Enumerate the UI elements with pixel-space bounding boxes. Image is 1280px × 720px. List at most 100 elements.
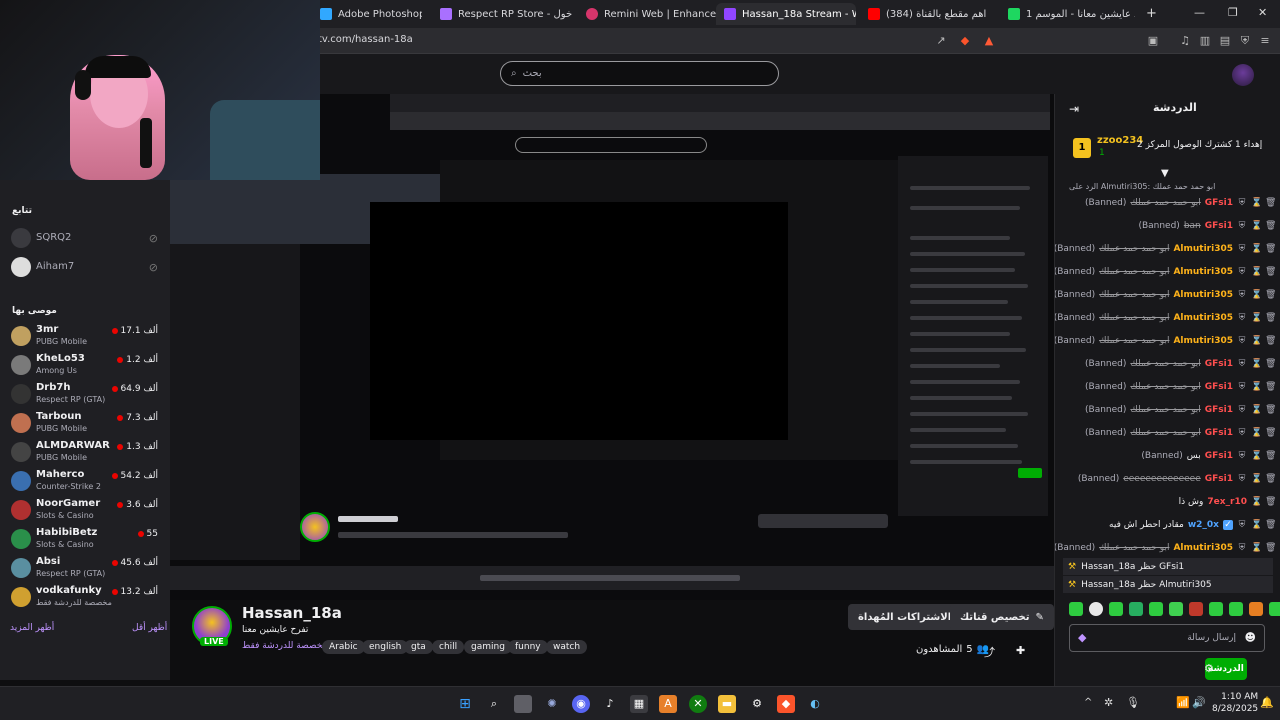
tag[interactable]: gaming xyxy=(464,640,512,654)
chat-message[interactable]: (Banned) ابو حمد حمد عملك GFsi1 ⛨ ⌛ 🗑 xyxy=(1055,192,1280,214)
browser-tab-photoshop[interactable]: Adobe Photoshop CC - تنزيل xyxy=(312,3,422,25)
timeout-icon[interactable]: ⌛ xyxy=(1251,497,1262,507)
timeout-icon[interactable]: ⌛ xyxy=(1251,198,1262,208)
delete-icon[interactable]: 🗑 xyxy=(1265,336,1276,346)
message-user[interactable]: GFsi1 xyxy=(1205,474,1233,484)
timeout-icon[interactable]: ⌛ xyxy=(1251,543,1262,553)
timeout-icon[interactable]: ⌛ xyxy=(1251,474,1262,484)
user-avatar[interactable] xyxy=(1232,64,1254,86)
emote-icon[interactable] xyxy=(1149,602,1163,616)
customize-channel-button[interactable]: تخصيص قناتك ✎ xyxy=(950,604,1054,630)
chat-message[interactable]: (Banned) ابو حمد حمد عملك Almutiri305 ⛨ … xyxy=(1055,330,1280,352)
browser-tab-shahid[interactable]: شاهد عايشين معانا - الموسم 1 / xyxy=(1000,3,1135,25)
emote-picker-icon[interactable]: ☻ xyxy=(1245,631,1256,644)
timeout-icon[interactable]: ⌛ xyxy=(1251,267,1262,277)
show-more-link[interactable]: أظهر المزيد xyxy=(10,623,54,633)
close-window-icon[interactable]: ✕ xyxy=(1258,6,1267,19)
chat-message[interactable]: (Banned) ابو حمد حمد عملك GFsi1 ⛨ ⌛ 🗑 xyxy=(1055,422,1280,444)
delete-icon[interactable]: 🗑 xyxy=(1265,244,1276,254)
timeout-icon[interactable]: ⌛ xyxy=(1251,428,1262,438)
delete-icon[interactable]: 🗑 xyxy=(1265,451,1276,461)
tag[interactable]: funny xyxy=(508,640,548,654)
timeout-icon[interactable]: ⌛ xyxy=(1251,451,1262,461)
maximize-icon[interactable]: ❐ xyxy=(1228,6,1238,19)
message-user[interactable]: GFsi1 xyxy=(1205,198,1233,208)
chat-message[interactable]: (Banned) ابو حمد حمد عملك GFsi1 ⛨ ⌛ 🗑 xyxy=(1055,399,1280,421)
followed-channel-aiham7[interactable]: Aiham7 ⊘ xyxy=(0,253,170,282)
brave-rewards-icon[interactable]: ▲ xyxy=(982,34,996,48)
media-icon[interactable]: ♫ xyxy=(1178,34,1192,48)
expand-icon[interactable]: ▼ xyxy=(1161,168,1169,179)
chat-settings-icon[interactable]: ⚙ xyxy=(1204,662,1214,675)
browser-tab-respect-store[interactable]: Respect RP Store - اولوية الدخول xyxy=(432,3,572,25)
chat-message[interactable]: مقادر احطر اش فيه w2_0x ✓ ⛨ ⌛ 🗑 xyxy=(1055,514,1280,536)
chat-message[interactable]: (Banned) eeeeeeeeeeeeee GFsi1 ⛨ ⌛ 🗑 xyxy=(1055,468,1280,490)
timeout-icon[interactable]: ⌛ xyxy=(1251,313,1262,323)
windows-start-icon[interactable]: ⊞ xyxy=(456,695,474,713)
chat-message[interactable]: (Banned) ابو حمد حمد عملك Almutiri305 ⛨ … xyxy=(1055,261,1280,283)
tag[interactable]: english xyxy=(362,640,409,654)
delete-icon[interactable]: 🗑 xyxy=(1265,290,1276,300)
message-user[interactable]: GFsi1 xyxy=(1205,405,1233,415)
browser-tab-remini[interactable]: Remini Web | Enhanced Image xyxy=(578,3,718,25)
chat-message[interactable]: وش ذا 7ex_r10 ⌛ 🗑 xyxy=(1055,491,1280,513)
wifi-icon[interactable]: 📶 xyxy=(1176,696,1190,709)
browser-tab-youtube[interactable]: (384) اهم مقطع بالقناة xyxy=(860,3,995,25)
minimize-icon[interactable]: — xyxy=(1194,6,1205,19)
brave-shield-icon[interactable]: ◆ xyxy=(958,34,972,48)
delete-icon[interactable]: 🗑 xyxy=(1265,520,1276,530)
delete-icon[interactable]: 🗑 xyxy=(1265,474,1276,484)
search-input[interactable]: ⌕ بحث xyxy=(500,61,779,86)
timeout-icon[interactable]: ⌛ xyxy=(1251,244,1262,254)
chat-message[interactable]: (Banned) ابو حمد حمد عملك GFsi1 ⛨ ⌛ 🗑 xyxy=(1055,353,1280,375)
reading-list-icon[interactable]: ▣ xyxy=(1146,34,1160,48)
emote-icon[interactable] xyxy=(1249,602,1263,616)
wallet-icon[interactable]: ▤ xyxy=(1218,34,1232,48)
tag[interactable]: chill xyxy=(432,640,465,654)
message-user[interactable]: Almutiri305 xyxy=(1173,267,1233,277)
chat-message[interactable]: (Banned) ban GFsi1 ⛨ ⌛ 🗑 xyxy=(1055,215,1280,237)
timeout-icon[interactable]: ⌛ xyxy=(1251,290,1262,300)
url-field[interactable]: tv.com/hassan-18a xyxy=(318,34,413,45)
xbox-icon[interactable]: ✕ xyxy=(689,695,707,713)
pinned-gift[interactable]: 1 zzoo234 1 إهداء 1 كشترك الوصول المركز … xyxy=(1055,132,1280,168)
delete-icon[interactable]: 🗑 xyxy=(1265,267,1276,277)
task-view-icon[interactable] xyxy=(514,695,532,713)
delete-icon[interactable]: 🗑 xyxy=(1265,313,1276,323)
followed-channel-sqrq2[interactable]: SQRQ2 ⊘ xyxy=(0,224,170,253)
sidebar-toggle-icon[interactable]: ▥ xyxy=(1198,34,1212,48)
notifications-icon[interactable]: 🔔 xyxy=(1260,696,1274,709)
message-user[interactable]: GFsi1 xyxy=(1205,221,1233,231)
timeout-icon[interactable]: ⌛ xyxy=(1251,359,1262,369)
recommended-channel[interactable]: ALMDARWAR PUBG Mobile 1.3 ألف xyxy=(0,438,170,467)
bits-icon[interactable]: ◆ xyxy=(1078,631,1086,644)
emote-icon[interactable] xyxy=(1089,602,1103,616)
menu-icon[interactable]: ≡ xyxy=(1258,34,1272,48)
timeout-icon[interactable]: ⌛ xyxy=(1251,336,1262,346)
timeout-icon[interactable]: ⌛ xyxy=(1251,221,1262,231)
delete-icon[interactable]: 🗑 xyxy=(1265,382,1276,392)
message-user[interactable]: Almutiri305 xyxy=(1173,290,1233,300)
message-user[interactable]: Almutiri305 xyxy=(1173,543,1233,553)
delete-icon[interactable]: 🗑 xyxy=(1265,198,1276,208)
delete-icon[interactable]: 🗑 xyxy=(1265,359,1276,369)
streamer-name[interactable]: Hassan_18a xyxy=(242,604,342,622)
tag[interactable]: gta xyxy=(404,640,433,654)
emote-icon[interactable] xyxy=(1269,602,1280,616)
discord-icon[interactable]: ◉ xyxy=(572,695,590,713)
emote-icon[interactable] xyxy=(1109,602,1123,616)
chat-message[interactable]: (Banned) ابو حمد حمد عملك Almutiri305 ⛨ … xyxy=(1055,537,1280,559)
recommended-channel[interactable]: NoorGamer Slots & Casino 3.6 ألف xyxy=(0,496,170,525)
volume-icon[interactable]: 🔊 xyxy=(1192,696,1206,709)
recommended-channel[interactable]: Maherco Counter-Strike 2 54.2 ألف xyxy=(0,467,170,496)
tag[interactable]: Arabic xyxy=(322,640,365,654)
delete-icon[interactable]: 🗑 xyxy=(1265,497,1276,507)
recommended-channel[interactable]: vodkafunky مخصصة للدردشة فقط 13.2 ألف xyxy=(0,583,170,612)
tag[interactable]: watch xyxy=(546,640,588,654)
message-user[interactable]: 7ex_r10 xyxy=(1207,497,1247,507)
recommended-channel[interactable]: HabibiBetz Slots & Casino 55 xyxy=(0,525,170,554)
tiktok-icon[interactable]: ♪ xyxy=(601,695,619,713)
timeout-icon[interactable]: ⌛ xyxy=(1251,382,1262,392)
chat-message[interactable]: (Banned) ابو حمد حمد عملك GFsi1 ⛨ ⌛ 🗑 xyxy=(1055,376,1280,398)
message-user[interactable]: Almutiri305 xyxy=(1173,336,1233,346)
